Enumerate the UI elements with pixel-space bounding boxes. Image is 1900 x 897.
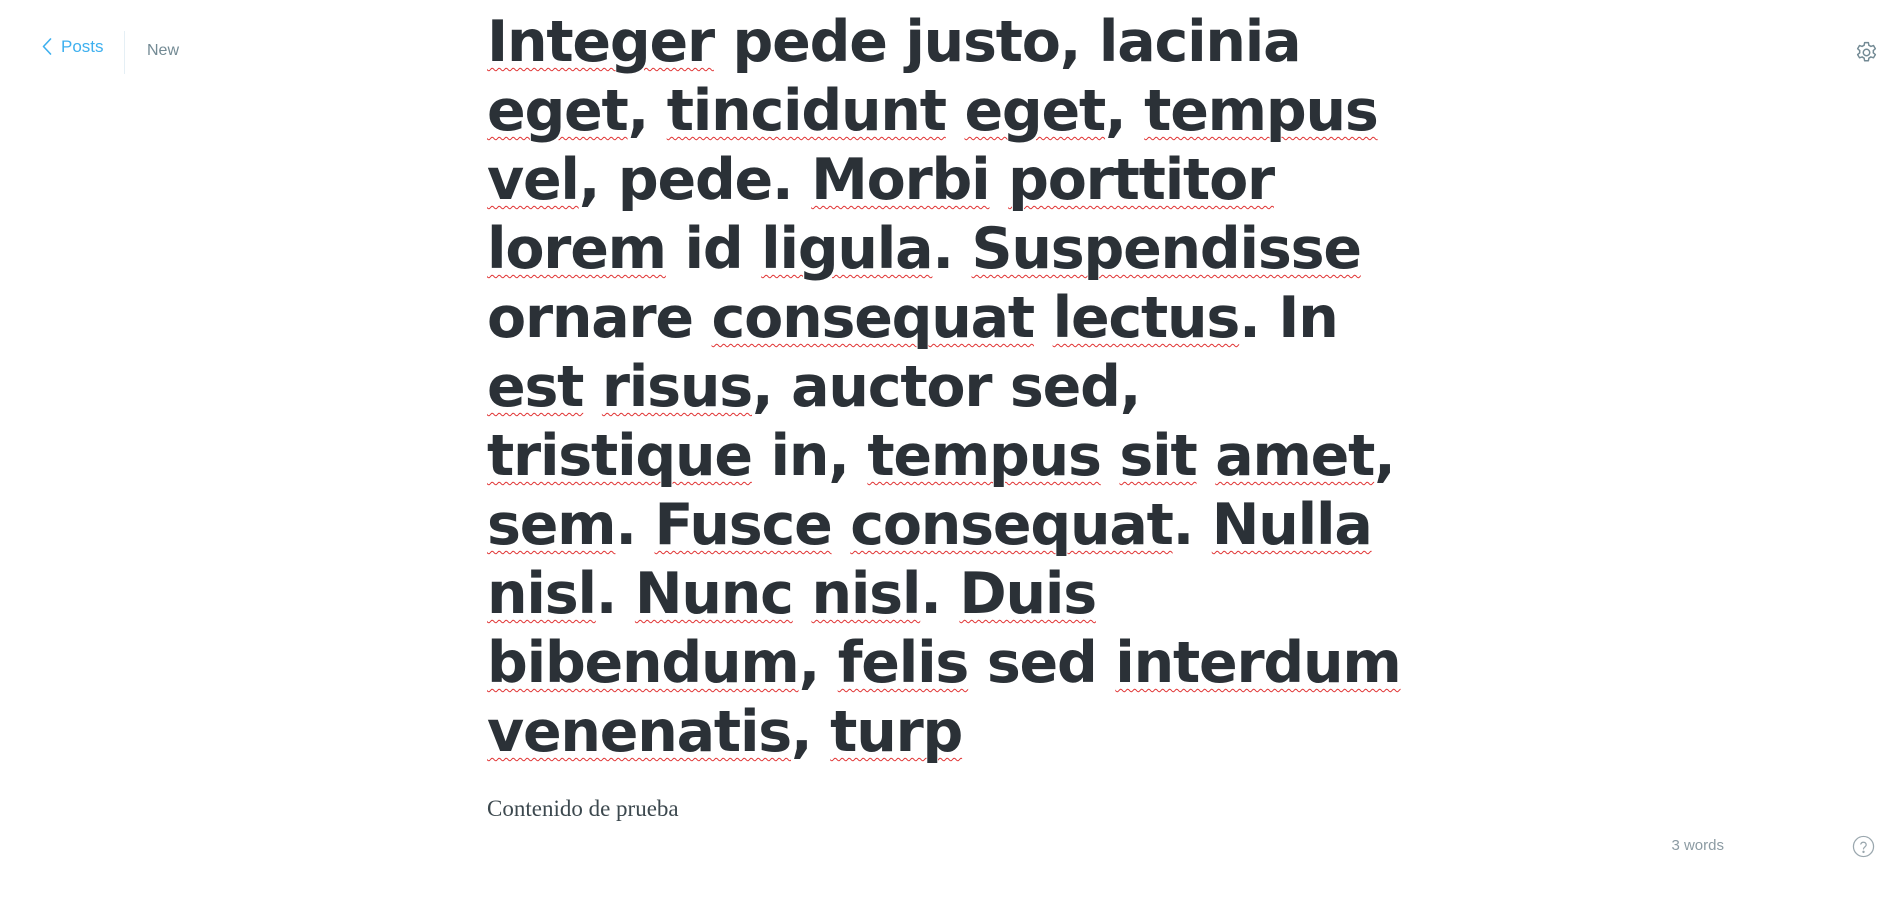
post-status: New xyxy=(147,42,180,59)
post-title-input[interactable]: Integer pede justo, lacinia eget, tincid… xyxy=(487,8,1422,767)
post-content-editor[interactable]: Contenido de prueba xyxy=(487,794,1422,824)
question-circle-icon xyxy=(1852,835,1875,862)
header-divider xyxy=(124,31,125,74)
settings-button[interactable] xyxy=(1854,40,1879,65)
gear-icon xyxy=(1854,41,1879,69)
chevron-left-icon xyxy=(42,38,52,55)
back-to-posts-link[interactable]: Posts xyxy=(42,38,104,55)
help-button[interactable] xyxy=(1852,835,1875,858)
back-link-label: Posts xyxy=(61,37,104,56)
post-editor: Integer pede justo, lacinia eget, tincid… xyxy=(487,8,1422,824)
word-count: 3 words xyxy=(1671,837,1724,854)
